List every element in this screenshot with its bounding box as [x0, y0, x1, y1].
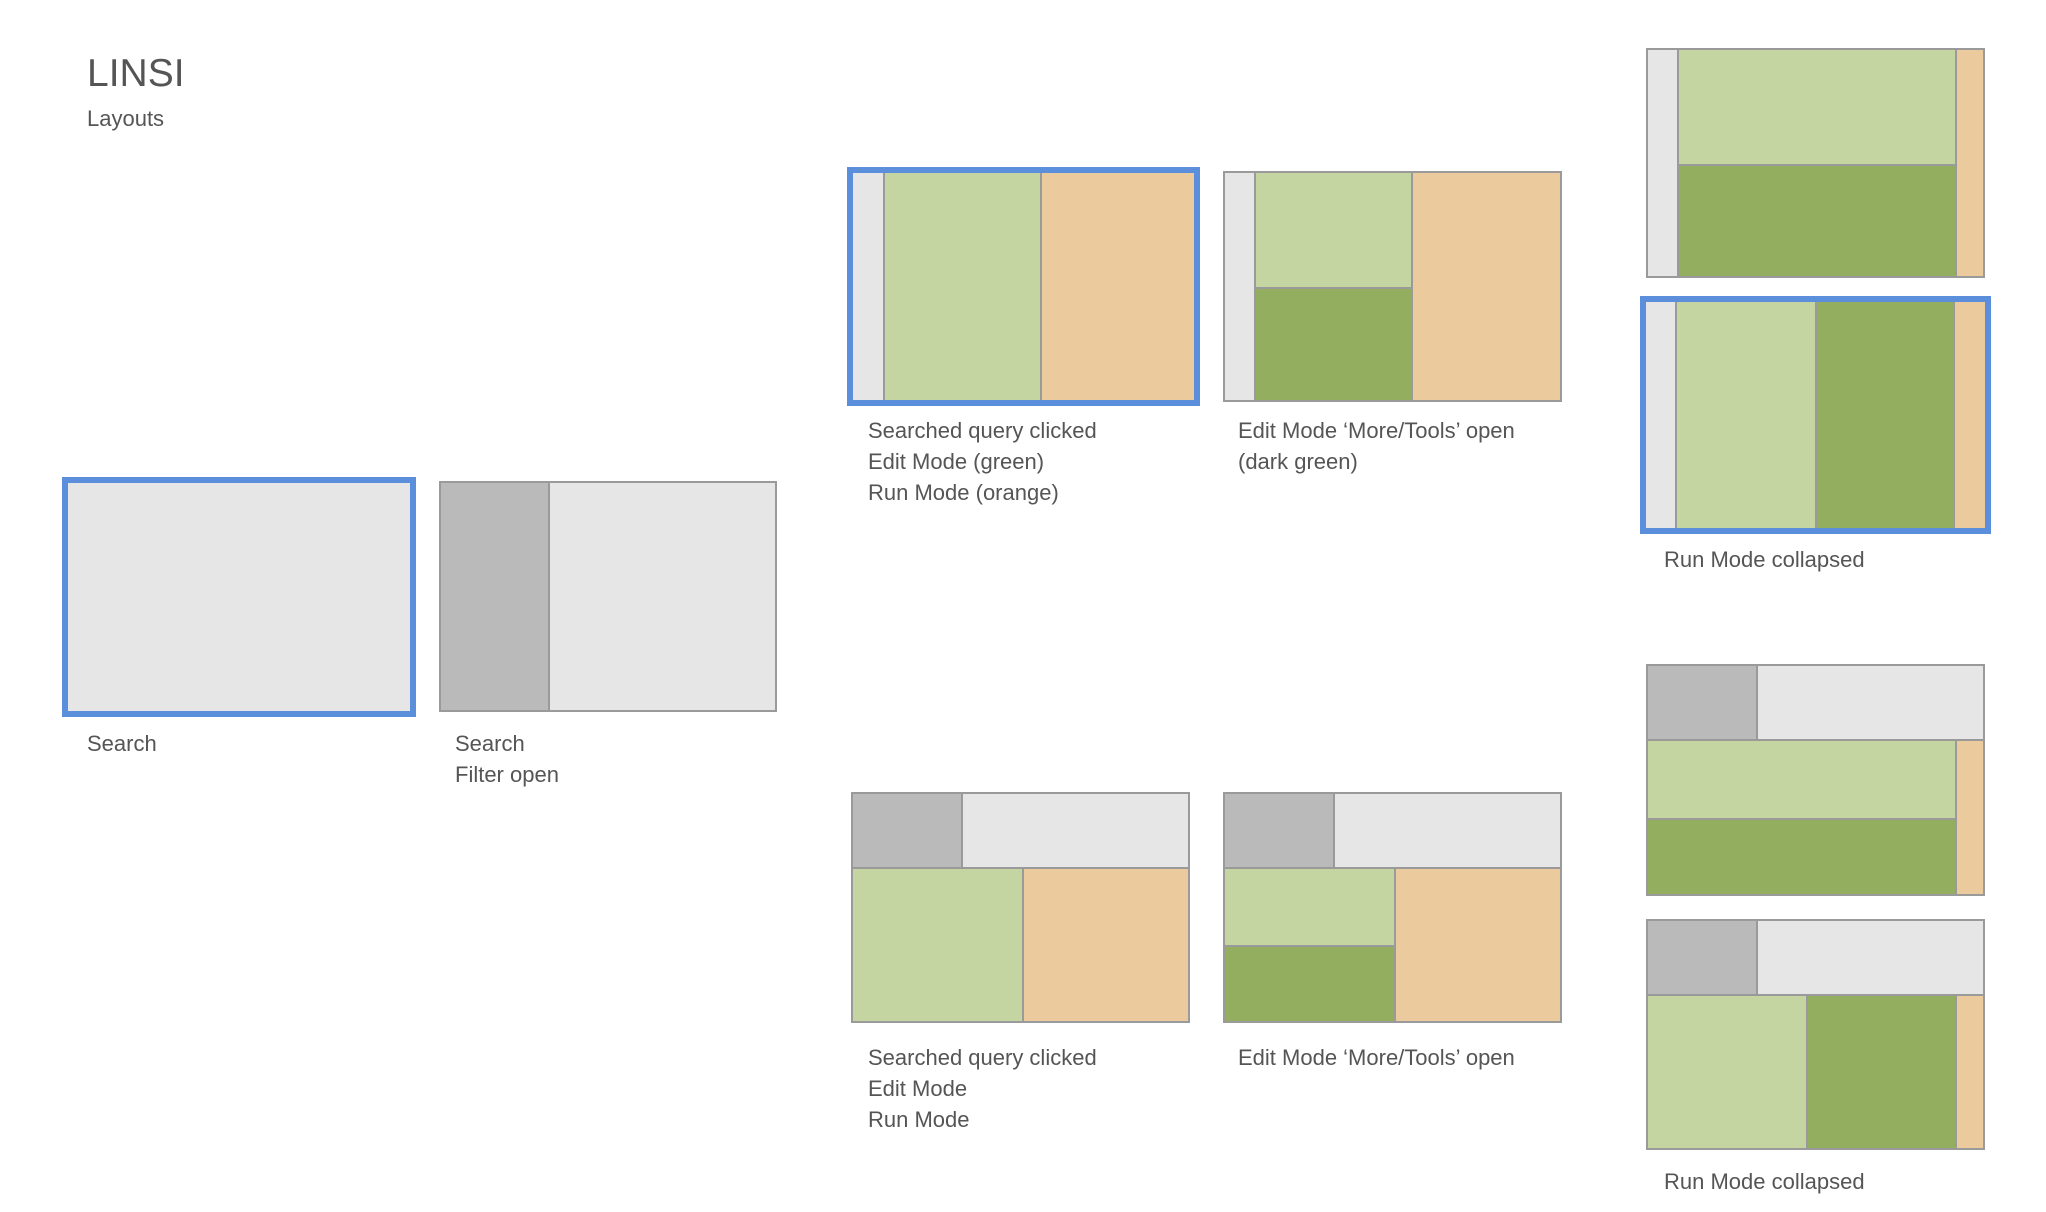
caption-line: Searched query clicked	[868, 418, 1097, 443]
edit-mode-pane	[1648, 739, 1955, 818]
search-results-pane	[548, 483, 775, 710]
filter-pane	[1225, 794, 1333, 867]
filter-pane	[1648, 666, 1756, 739]
caption-line: Run Mode (orange)	[868, 480, 1059, 505]
run-mode-pane	[1040, 173, 1194, 400]
run-mode-pane	[1022, 867, 1188, 1021]
caption-query-clicked: Searched query clicked Edit Mode (green)…	[868, 415, 1097, 508]
page-title: LINSI	[87, 52, 185, 95]
caption-line: Edit Mode	[868, 1076, 968, 1101]
search-bar-pane	[1756, 666, 1983, 739]
search-bar-pane	[961, 794, 1188, 867]
layout-search-filter-open	[439, 481, 777, 712]
run-mode-collapsed-pane	[1955, 50, 1983, 276]
caption-line: Run Mode collapsed	[1664, 547, 1865, 572]
edit-mode-pane	[1225, 867, 1394, 945]
edit-mode-pane	[853, 867, 1022, 1021]
caption-line: Filter open	[455, 762, 559, 787]
edit-mode-pane	[1648, 994, 1806, 1148]
run-mode-collapsed-pane	[1955, 739, 1983, 894]
layout-query-clicked-filter	[851, 792, 1190, 1023]
edit-mode-pane	[883, 173, 1040, 400]
run-mode-pane	[1394, 867, 1560, 1021]
caption-edit-more-tools-filter: Edit Mode ‘More/Tools’ open	[1238, 1042, 1515, 1073]
caption-line: Search	[455, 731, 525, 756]
collapsed-search-pane	[853, 173, 883, 400]
caption-line: Search	[87, 731, 157, 756]
filter-pane	[1648, 921, 1756, 994]
run-mode-collapsed-pane	[1955, 994, 1983, 1148]
caption-run-collapsed-top: Run Mode collapsed	[1664, 544, 1865, 575]
filter-pane	[441, 483, 548, 710]
page-subtitle: Layouts	[87, 106, 165, 131]
caption-search-filter-open: Search Filter open	[455, 728, 559, 790]
more-tools-pane	[1677, 164, 1955, 276]
more-tools-pane	[1648, 818, 1955, 894]
more-tools-pane	[1815, 302, 1953, 528]
layout-query-clicked	[847, 167, 1200, 406]
more-tools-pane	[1225, 945, 1394, 1021]
layout-edit-more-tools	[1223, 171, 1562, 402]
caption-edit-more-tools: Edit Mode ‘More/Tools’ open (dark green)	[1238, 415, 1515, 477]
edit-mode-pane	[1254, 173, 1411, 287]
collapsed-search-pane	[1646, 302, 1675, 528]
layout-run-collapsed-side-by-side	[1640, 296, 1991, 534]
caption-line: Run Mode	[868, 1107, 970, 1132]
collapsed-search-pane	[1225, 173, 1254, 400]
run-mode-pane	[1411, 173, 1560, 400]
layout-edit-more-tools-filter	[1223, 792, 1562, 1023]
edit-mode-pane	[1677, 50, 1955, 164]
collapsed-search-pane	[1648, 50, 1677, 276]
caption-line: (dark green)	[1238, 449, 1358, 474]
layout-run-collapsed-filter-stacked	[1646, 664, 1985, 896]
layout-search	[62, 477, 416, 717]
caption-line: Run Mode collapsed	[1664, 1169, 1865, 1194]
layout-run-collapsed-stacked	[1646, 48, 1985, 278]
run-mode-collapsed-pane	[1953, 302, 1985, 528]
more-tools-pane	[1254, 287, 1411, 400]
more-tools-pane	[1806, 994, 1955, 1148]
caption-line: Edit Mode (green)	[868, 449, 1045, 474]
caption-search: Search	[87, 728, 157, 759]
caption-query-clicked-filter: Searched query clicked Edit Mode Run Mod…	[868, 1042, 1097, 1135]
layout-run-collapsed-filter-side-by-side	[1646, 919, 1985, 1150]
caption-line: Searched query clicked	[868, 1045, 1097, 1070]
edit-mode-pane	[1675, 302, 1815, 528]
search-bar-pane	[1333, 794, 1560, 867]
search-bar-pane	[1756, 921, 1983, 994]
caption-line: Edit Mode ‘More/Tools’ open	[1238, 1045, 1515, 1070]
filter-pane	[853, 794, 961, 867]
caption-line: Edit Mode ‘More/Tools’ open	[1238, 418, 1515, 443]
caption-run-collapsed-bottom: Run Mode collapsed	[1664, 1166, 1865, 1197]
